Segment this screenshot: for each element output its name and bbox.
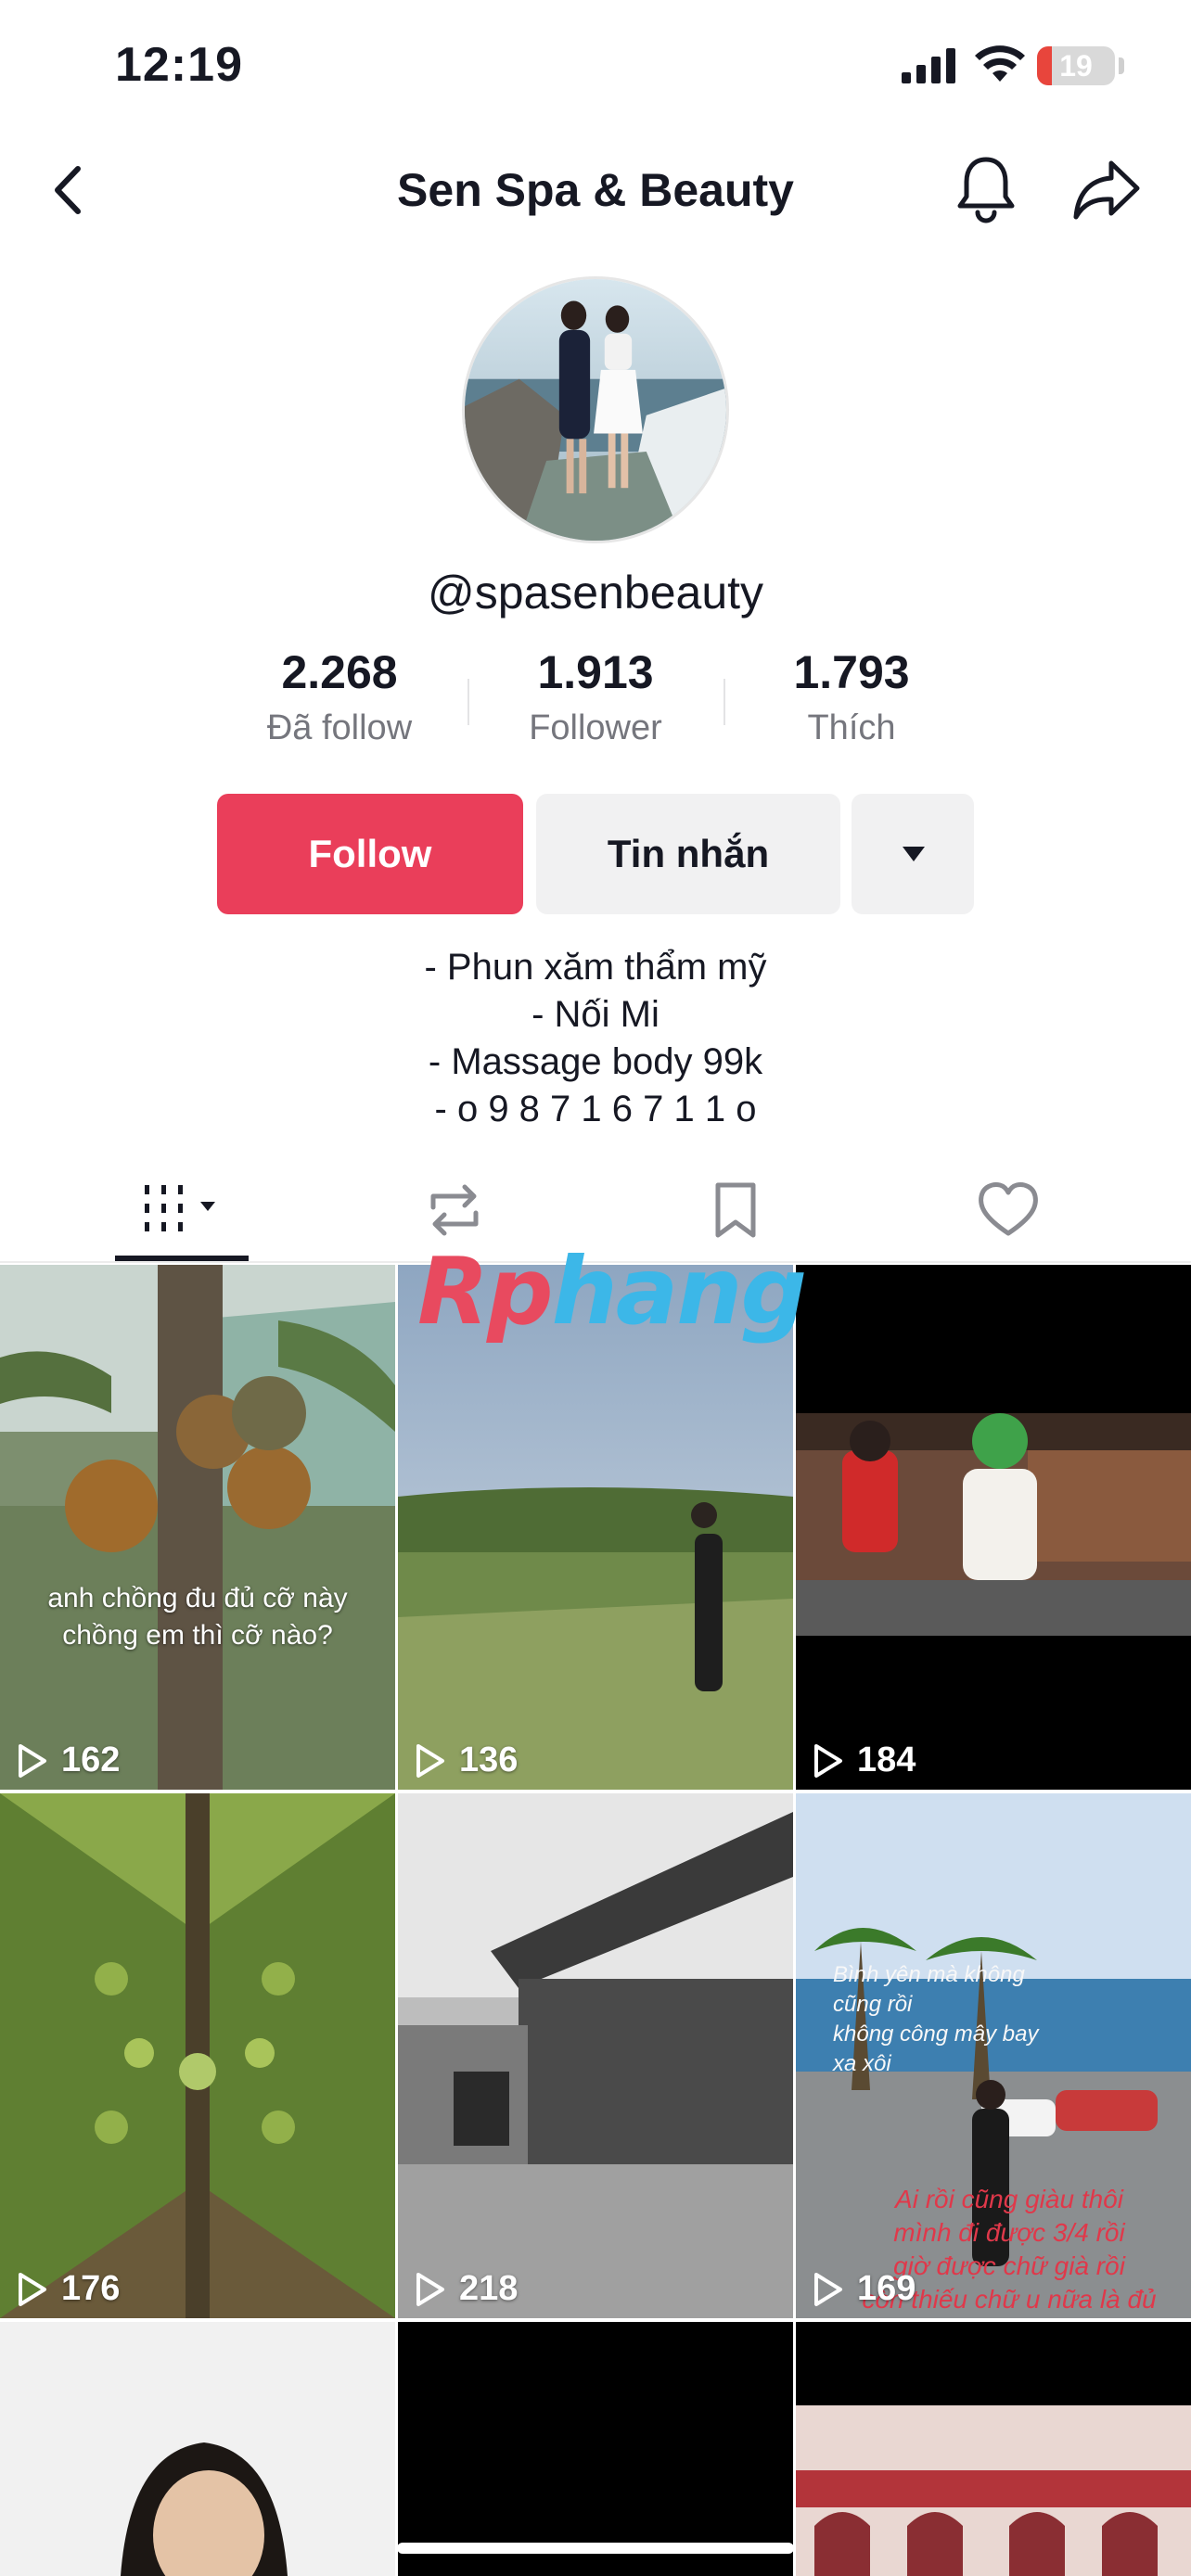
video-tile[interactable]	[0, 2322, 395, 2576]
video-thumbnail	[0, 1793, 395, 2318]
tab-favorites[interactable]	[703, 1178, 777, 1243]
video-caption-top: Bình yên mà không cũng rồi không công mâ…	[833, 1962, 1039, 2076]
view-count-value: 169	[857, 2269, 916, 2308]
tab-liked[interactable]	[976, 1178, 1050, 1243]
stat-value: 1.793	[793, 646, 910, 698]
stat-label: Thích	[807, 708, 896, 747]
stat-value: 2.268	[281, 646, 398, 698]
bio-line: - o 9 8 7 1 6 7 1 1 o	[434, 1089, 757, 1129]
follow-button[interactable]: Follow	[217, 794, 523, 914]
caret-down-icon	[903, 847, 925, 861]
video-tile[interactable]: 184	[796, 1265, 1191, 1790]
play-icon	[416, 2272, 444, 2306]
bio-line: - Nối Mi	[531, 994, 660, 1035]
profile-header: Sen Spa & Beauty	[0, 148, 1191, 232]
video-thumbnail	[398, 2322, 793, 2576]
view-count-value: 184	[857, 1741, 916, 1779]
view-count: 136	[415, 1741, 518, 1780]
status-time: 12:19	[115, 38, 243, 92]
video-tile[interactable]: 218	[398, 1793, 793, 2318]
video-thumbnail	[0, 2322, 395, 2576]
status-bar: 12:19 19	[0, 0, 1191, 130]
video-tile[interactable]	[796, 2322, 1191, 2576]
view-count: 162	[17, 1741, 120, 1780]
play-icon	[814, 2272, 842, 2306]
repost-icon	[430, 1184, 479, 1236]
bio-line: - Phun xăm thẩm mỹ	[424, 947, 767, 988]
video-caption: anh chồng đu đủ cỡ này chồng em thì cỡ n…	[0, 1580, 395, 1654]
stat-value: 1.913	[537, 646, 654, 698]
stat-followers[interactable]: 1.913 Follower	[467, 645, 724, 748]
bell-icon[interactable]	[955, 154, 1017, 224]
home-indicator	[397, 2543, 794, 2554]
video-thumbnail	[398, 1793, 793, 2318]
play-icon	[19, 2272, 46, 2306]
watermark-logo: Rphang	[417, 1237, 807, 1345]
view-count-value: 162	[61, 1741, 121, 1779]
tab-videos[interactable]	[139, 1178, 215, 1243]
stat-label: Follower	[529, 708, 662, 747]
view-count: 218	[415, 2269, 518, 2309]
battery-tip	[1119, 57, 1124, 74]
battery-percent: 19	[1059, 49, 1093, 83]
video-tile[interactable]: 176	[0, 1793, 395, 2318]
active-tab-indicator	[115, 1256, 249, 1261]
avatar[interactable]	[462, 276, 729, 543]
stat-likes[interactable]: 1.793 Thích	[724, 645, 980, 748]
heart-icon	[979, 1182, 1038, 1236]
profile-bio: - Phun xăm thẩm mỹ - Nối Mi - Massage bo…	[0, 944, 1191, 1133]
share-icon[interactable]	[1072, 158, 1141, 223]
play-icon	[814, 1743, 842, 1778]
view-count: 176	[17, 2269, 120, 2309]
wifi-icon	[975, 45, 1025, 82]
view-count-value: 218	[459, 2269, 519, 2308]
battery-indicator: 19	[1037, 46, 1115, 85]
cellular-signal-icon	[902, 48, 955, 83]
profile-stats: 2.268 Đã follow 1.913 Follower 1.793 Thí…	[0, 645, 1191, 757]
video-tile[interactable]: anh chồng đu đủ cỡ này chồng em thì cỡ n…	[0, 1265, 395, 1790]
profile-username: @spasenbeauty	[427, 567, 764, 618]
view-count: 169	[813, 2269, 916, 2309]
view-count-value: 176	[61, 2269, 121, 2308]
video-caption-line: anh chồng đu đủ cỡ này chồng em thì cỡ n…	[47, 1583, 348, 1651]
stat-label: Đã follow	[266, 708, 413, 747]
watermark-part1: Rp	[417, 1237, 554, 1345]
avatar-photo	[465, 279, 726, 541]
bookmark-icon	[715, 1182, 756, 1238]
watermark-part2: hang	[551, 1237, 807, 1345]
stat-following[interactable]: 2.268 Đã follow	[211, 645, 467, 748]
view-count-value: 136	[459, 1741, 519, 1779]
message-button[interactable]: Tin nhắn	[536, 794, 840, 914]
play-icon	[19, 1743, 46, 1778]
view-count: 184	[813, 1741, 916, 1780]
video-tile[interactable]: Bình yên mà không cũng rồi không công mâ…	[796, 1793, 1191, 2318]
play-icon	[416, 1743, 444, 1778]
video-thumbnail	[0, 1265, 395, 1790]
grid-icon	[145, 1185, 215, 1231]
tab-reposts[interactable]	[422, 1178, 496, 1243]
video-tile[interactable]	[398, 2322, 793, 2576]
video-thumbnail	[796, 1265, 1191, 1790]
bio-line: - Massage body 99k	[428, 1041, 763, 1082]
video-thumbnail	[796, 2322, 1191, 2576]
suggested-accounts-button[interactable]	[852, 794, 974, 914]
